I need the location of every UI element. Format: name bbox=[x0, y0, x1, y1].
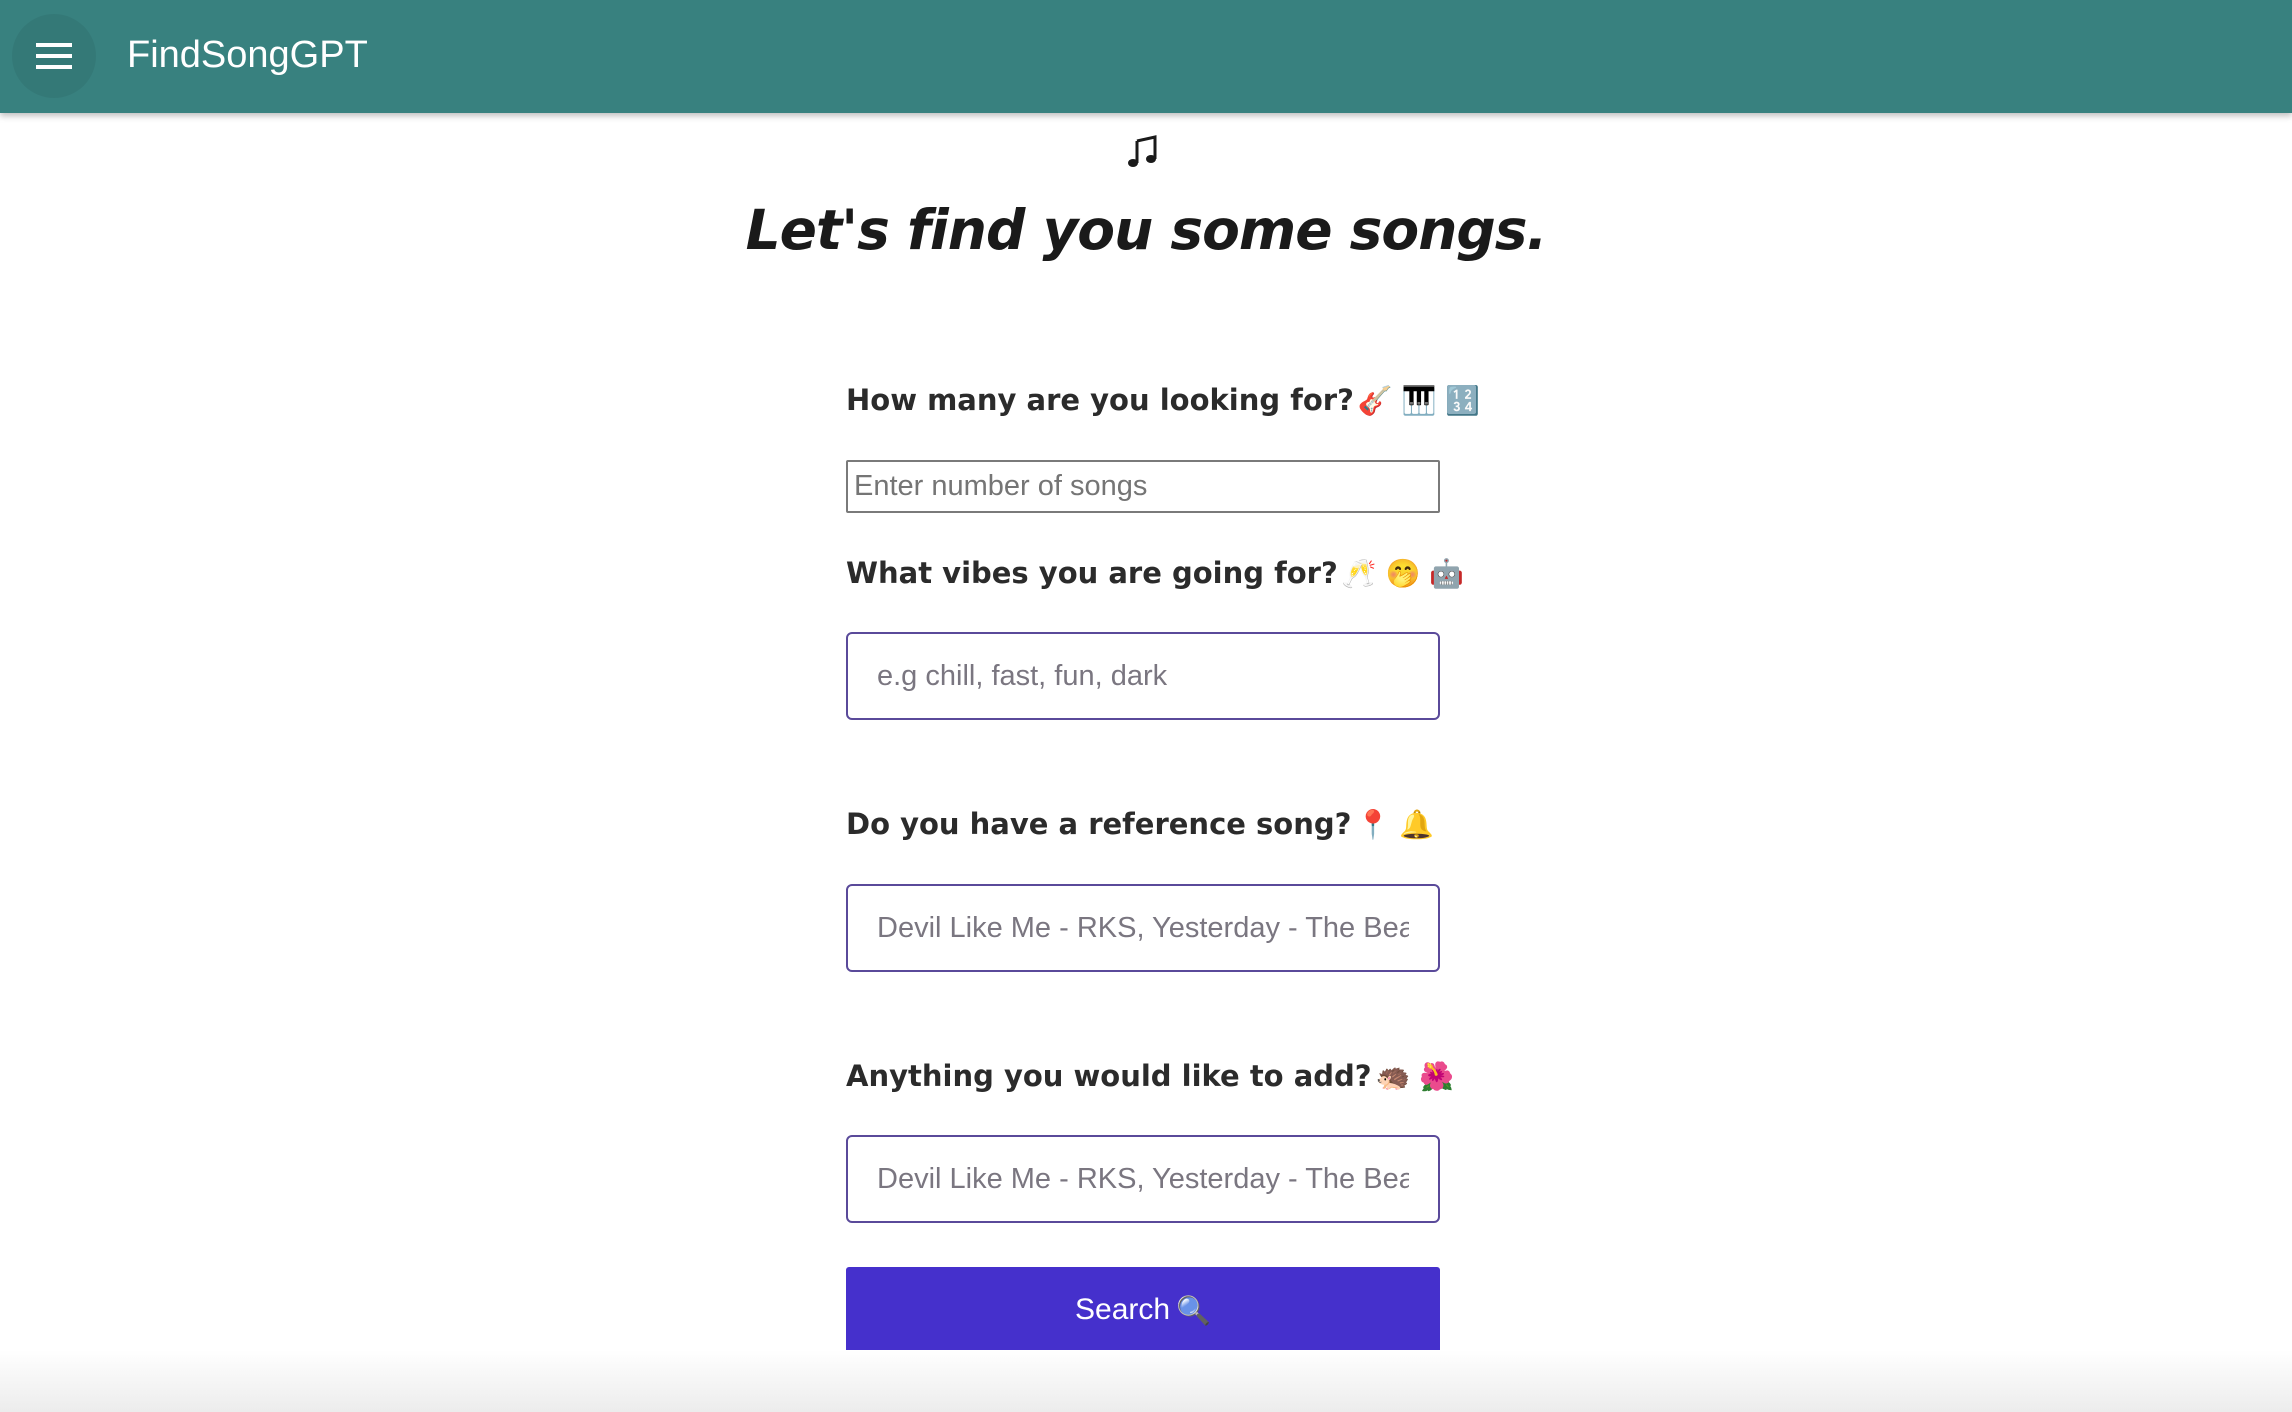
count-label-emoji: 🎸 🎹 🔢 bbox=[1357, 384, 1481, 417]
count-label-text: How many are you looking for? bbox=[846, 383, 1354, 417]
vibes-input[interactable] bbox=[846, 632, 1440, 720]
extra-label-text: Anything you would like to add? bbox=[846, 1059, 1372, 1093]
menu-button[interactable] bbox=[12, 14, 96, 98]
song-count-input[interactable] bbox=[846, 460, 1440, 513]
music-note-icon bbox=[1128, 135, 1157, 167]
hamburger-menu-icon bbox=[36, 43, 72, 69]
reference-label: Do you have a reference song? 📍 🔔 bbox=[846, 804, 1434, 845]
reference-label-text: Do you have a reference song? bbox=[846, 807, 1352, 841]
magnifier-icon: 🔍 bbox=[1176, 1294, 1211, 1326]
search-button[interactable]: Search 🔍 bbox=[846, 1267, 1440, 1353]
app-bar: FindSongGPT bbox=[0, 0, 2292, 113]
vibes-label: What vibes you are going for? 🥂 🤭 🤖 bbox=[846, 553, 1464, 594]
page-headline: Let's find you some songs. bbox=[745, 198, 1548, 262]
bottom-fade bbox=[0, 1350, 2292, 1412]
reference-label-emoji: 📍 🔔 bbox=[1355, 808, 1435, 841]
extra-notes-input[interactable] bbox=[846, 1135, 1440, 1223]
reference-song-input[interactable] bbox=[846, 884, 1440, 972]
vibes-label-text: What vibes you are going for? bbox=[846, 556, 1338, 590]
search-button-label: Search bbox=[1075, 1293, 1171, 1326]
vibes-label-emoji: 🥂 🤭 🤖 bbox=[1341, 557, 1465, 590]
app-title: FindSongGPT bbox=[127, 34, 368, 76]
extra-label-emoji: 🦔 🌺 bbox=[1375, 1060, 1455, 1093]
count-label: How many are you looking for? 🎸 🎹 🔢 bbox=[846, 380, 1480, 421]
extra-label: Anything you would like to add? 🦔 🌺 bbox=[846, 1056, 1454, 1097]
